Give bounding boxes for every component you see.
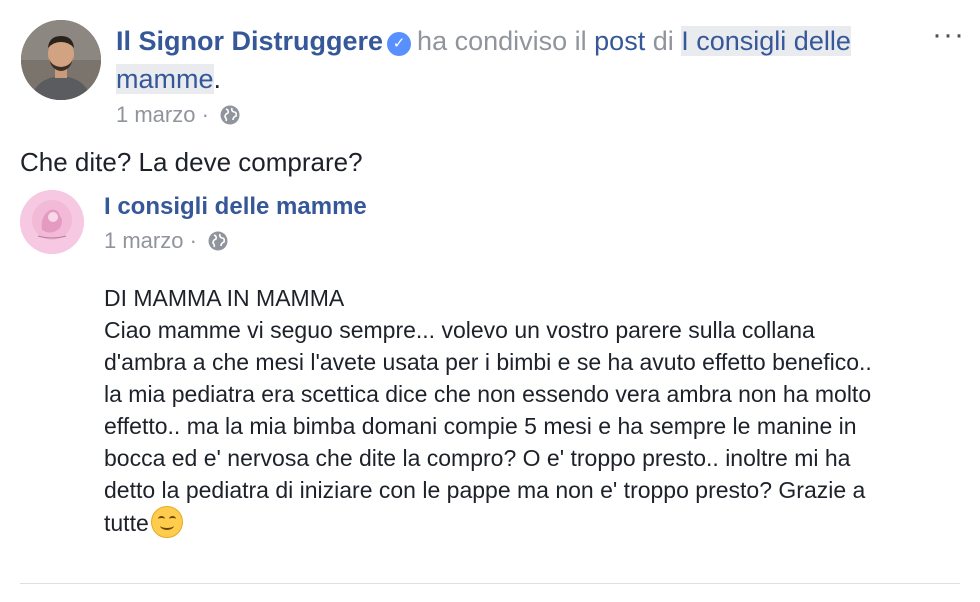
body-line: tutte [104, 510, 149, 536]
body-line: Ciao mamme vi seguo sempre... volevo un … [104, 317, 815, 343]
shared-page-name[interactable]: I consigli delle mamme [104, 190, 367, 224]
divider [20, 583, 960, 584]
facebook-post: Il Signor Distruggere ✓ ha condiviso il po… [0, 0, 980, 602]
shared-meta-separator: · [189, 228, 197, 253]
page-logo-icon [20, 190, 84, 254]
globe-icon[interactable] [207, 230, 229, 260]
more-options-icon[interactable]: ··· [932, 20, 965, 50]
smiling-face-icon [150, 506, 183, 538]
body-line: DI MAMMA IN MAMMA [104, 285, 345, 311]
page-avatar[interactable] [20, 190, 84, 254]
shared-date[interactable]: 1 marzo [104, 228, 183, 253]
body-line: d'ambra a che mesi l'avete usata per i b… [104, 349, 872, 375]
globe-icon[interactable] [219, 104, 241, 134]
body-line: detto la pediatra di iniziare con le pap… [104, 477, 866, 503]
shared-verb: ha condiviso il [417, 26, 587, 56]
body-line: la mia pediatra era scettica dice che no… [104, 381, 872, 407]
post-link[interactable]: post [594, 26, 645, 56]
post-header: Il Signor Distruggere ✓ ha condiviso il po… [116, 22, 896, 98]
header-period: . [213, 64, 222, 94]
body-line: bocca ed e' nervosa che dite la compro? … [104, 445, 851, 471]
author-name[interactable]: Il Signor Distruggere [116, 26, 383, 56]
post-date[interactable]: 1 marzo [116, 102, 195, 127]
body-line: effetto.. ma la mia bimba domani compie … [104, 413, 857, 439]
author-avatar[interactable] [21, 20, 101, 100]
shared-meta: 1 marzo · [104, 226, 229, 260]
post-meta: 1 marzo · [116, 100, 241, 134]
status-text: Che dite? La deve comprare? [20, 147, 363, 177]
author-avatar-image [21, 20, 101, 100]
of-word: di [652, 26, 674, 56]
meta-separator: · [201, 102, 209, 127]
shared-post-body: DI MAMMA IN MAMMA Ciao mamme vi seguo se… [104, 282, 964, 539]
body-line-last: tutte [104, 506, 964, 539]
verified-badge-icon: ✓ [387, 32, 412, 56]
